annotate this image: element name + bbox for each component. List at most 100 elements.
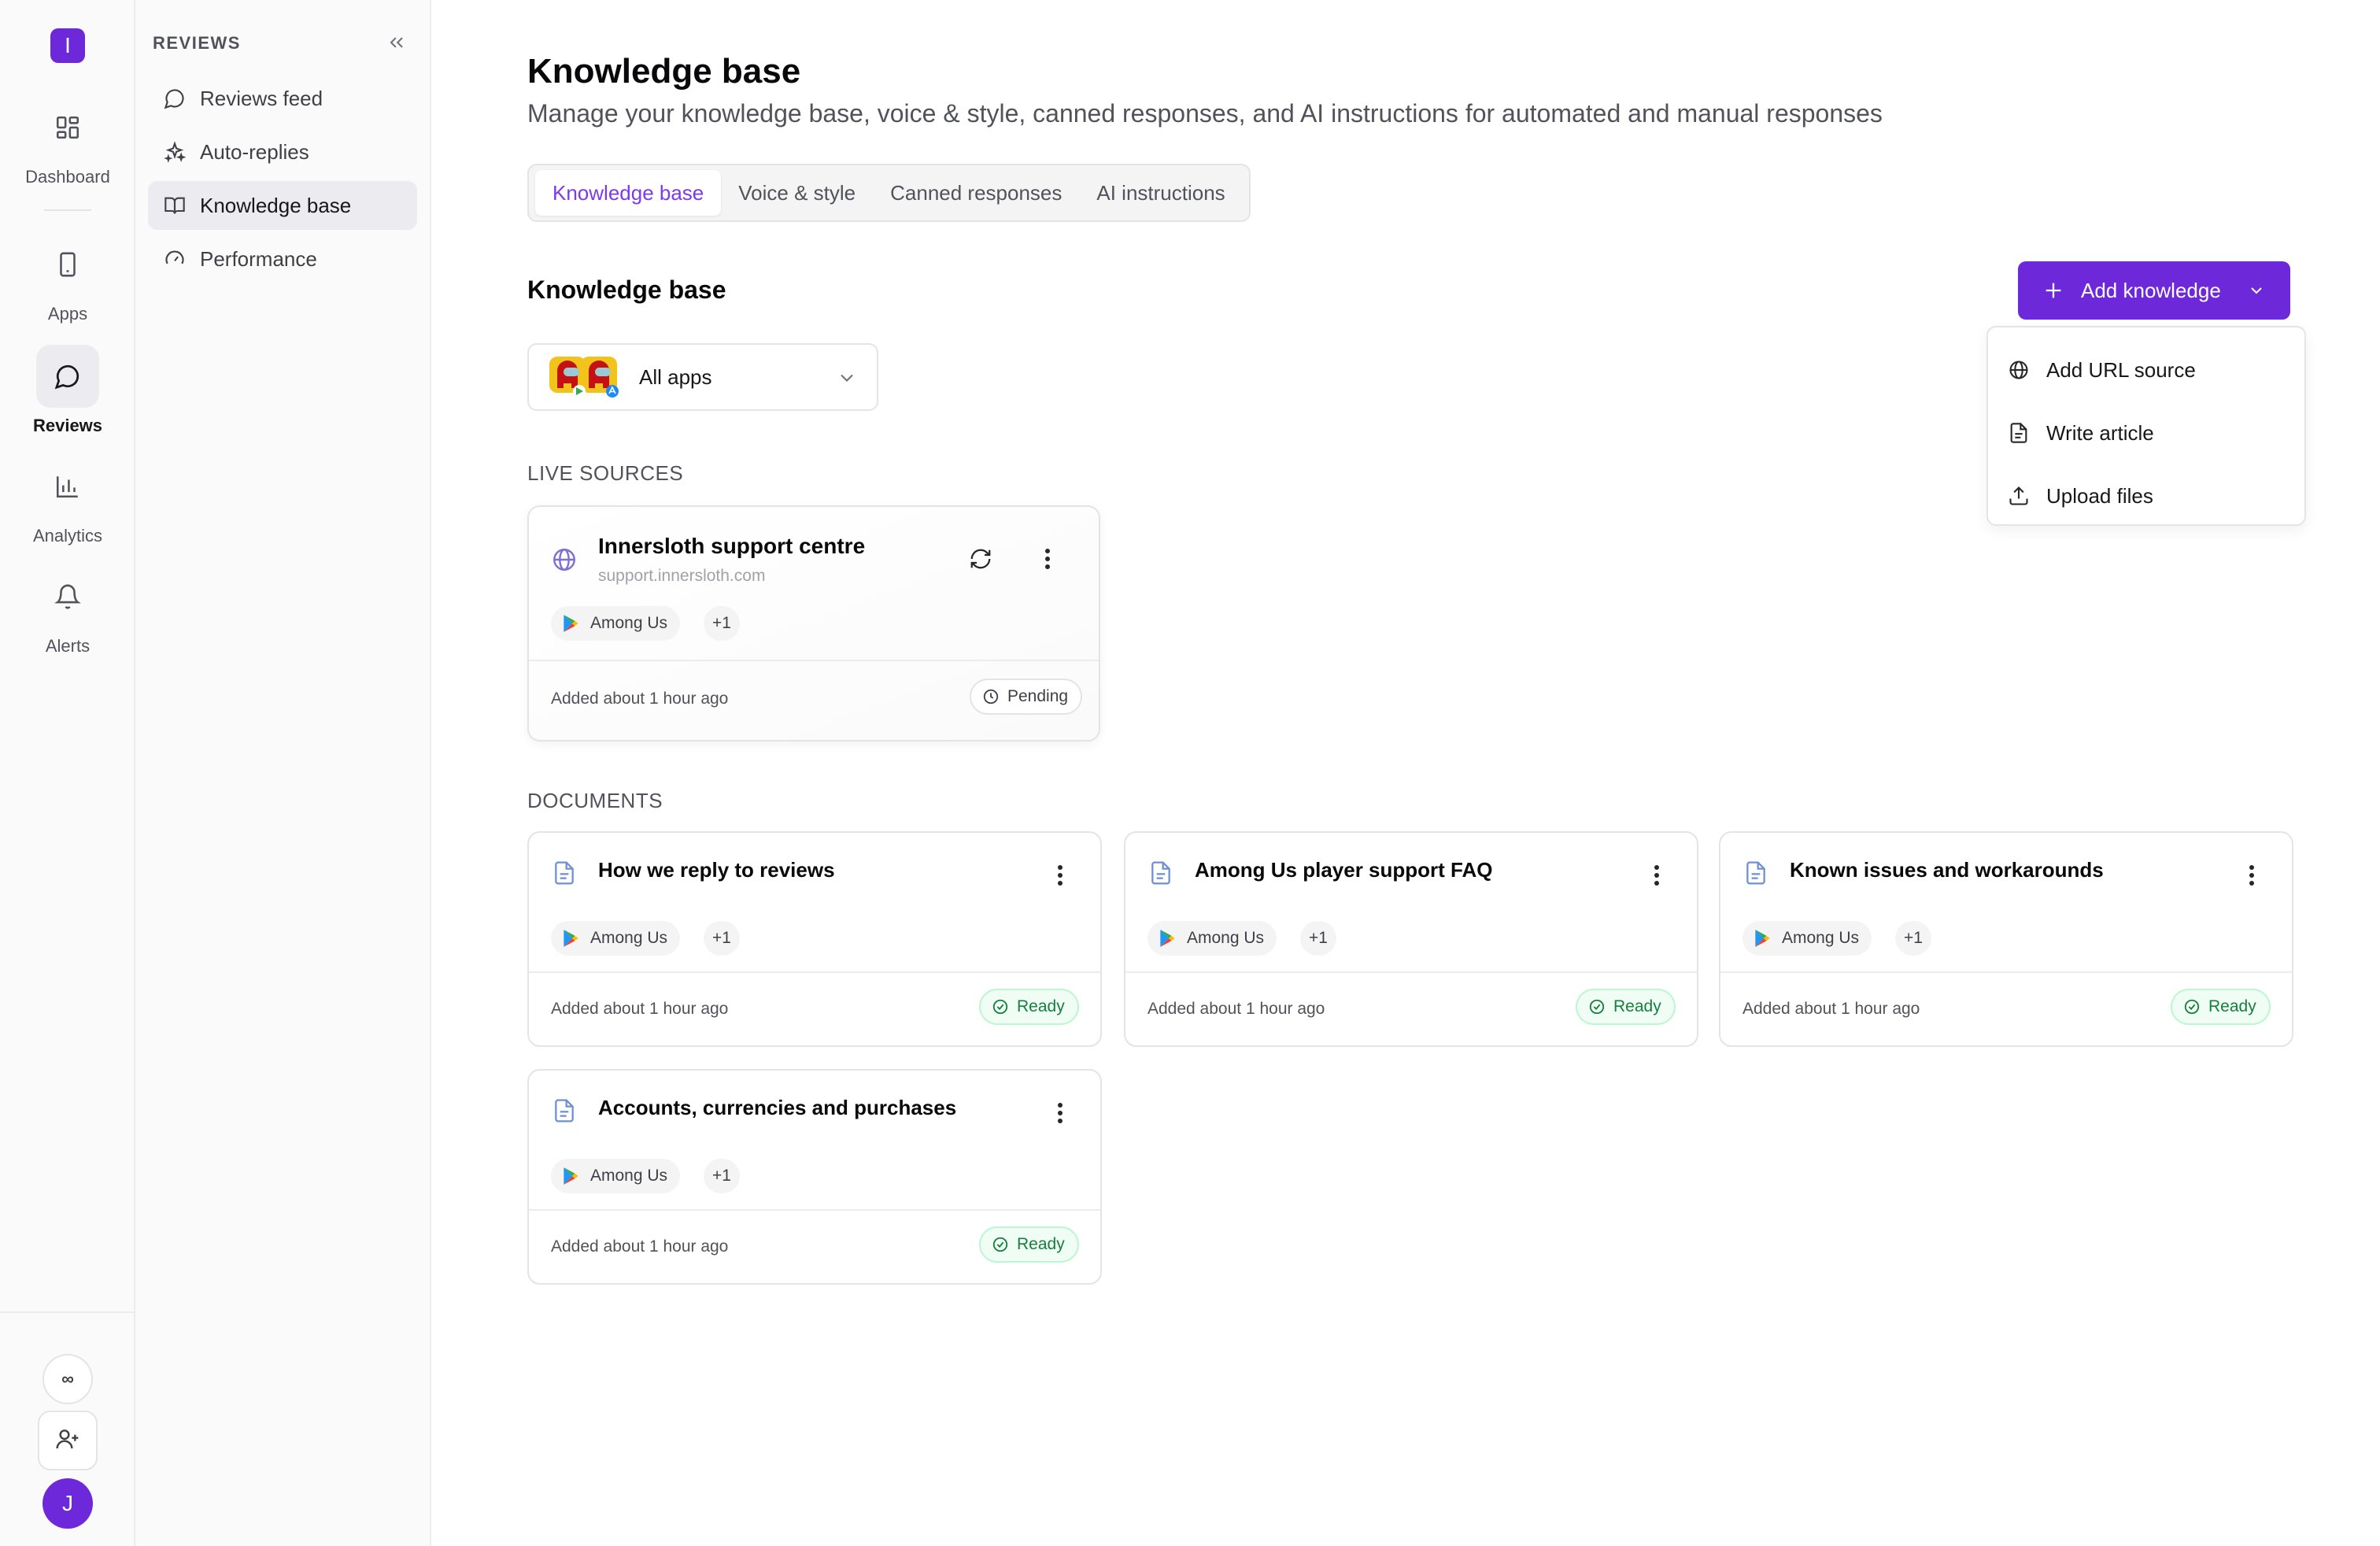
document-card[interactable]: Among Us player support FAQ Among Us +1 … [1124, 831, 1698, 1047]
add-knowledge-menu: Add URL source Write article Upload file… [1986, 326, 2306, 526]
add-knowledge-button[interactable]: Add knowledge [2018, 261, 2290, 320]
status-label: Ready [1017, 997, 1065, 1015]
live-source-card[interactable]: Innersloth support centre support.inners… [527, 505, 1100, 742]
card-divider [1125, 971, 1697, 973]
sidebar-item-reviews-feed[interactable]: Reviews feed [148, 74, 417, 123]
book-icon [162, 193, 187, 218]
google-play-icon [1160, 930, 1175, 947]
more-options-button[interactable] [1036, 543, 1059, 575]
app-chip-label: Among Us [1187, 929, 1265, 947]
chat-bubble-icon [36, 345, 99, 408]
user-plus-icon [55, 1426, 80, 1455]
app-chip: Among Us [1743, 921, 1872, 956]
tab-canned-responses[interactable]: Canned responses [873, 170, 1079, 216]
more-apps-chip: +1 [1895, 921, 1931, 956]
card-added-time: Added about 1 hour ago [1148, 1000, 1325, 1018]
phone-icon [36, 233, 99, 296]
card-divider [1720, 971, 2292, 973]
menu-item-write-article[interactable]: Write article [1988, 401, 2304, 464]
menu-item-label: Add URL source [2046, 357, 2196, 382]
invite-user-button[interactable] [38, 1411, 98, 1470]
rail-item-analytics[interactable]: Analytics [0, 455, 135, 546]
more-apps-chip: +1 [704, 921, 740, 956]
more-options-button[interactable] [1048, 1097, 1072, 1129]
more-options-button[interactable] [1048, 860, 1072, 891]
document-card[interactable]: How we reply to reviews Among Us +1 Adde… [527, 831, 1102, 1047]
app-chip-label: Among Us [1782, 929, 1860, 947]
rail-item-alerts[interactable]: Alerts [0, 565, 135, 656]
app-icons [549, 357, 626, 398]
rail-item-label: Analytics [32, 526, 103, 546]
menu-item-add-url-source[interactable]: Add URL source [1988, 338, 2304, 401]
gauge-icon [162, 246, 187, 272]
chevrons-left-icon [386, 31, 408, 57]
dashboard-icon [36, 96, 99, 159]
app-chip: Among Us [1148, 921, 1277, 956]
document-icon [2007, 421, 2031, 445]
app-filter-value: All apps [639, 364, 712, 389]
card-added-time: Added about 1 hour ago [551, 690, 729, 708]
more-options-button[interactable] [2240, 860, 2264, 891]
tab-knowledge-base[interactable]: Knowledge base [535, 170, 722, 216]
avatar[interactable]: J [42, 1478, 93, 1529]
tab-ai-instructions[interactable]: AI instructions [1079, 170, 1242, 216]
sidebar-item-label: Knowledge base [200, 193, 352, 217]
more-options-button[interactable] [1645, 860, 1669, 891]
sidebar: REVIEWS Reviews feed Auto-replies Knowle… [135, 0, 431, 1546]
card-added-time: Added about 1 hour ago [1743, 1000, 1920, 1018]
app-chip: Among Us [551, 921, 681, 956]
sidebar-item-label: Performance [200, 246, 317, 271]
sidebar-item-label: Auto-replies [200, 139, 309, 164]
google-play-icon [564, 615, 578, 632]
status-badge: Ready [979, 989, 1079, 1025]
menu-item-upload-files[interactable]: Upload files [1988, 464, 2304, 527]
document-card[interactable]: Accounts, currencies and purchases Among… [527, 1069, 1102, 1285]
card-title: Innersloth support centre [598, 534, 866, 558]
check-circle-icon [1588, 998, 1606, 1015]
sidebar-item-knowledge-base[interactable]: Knowledge base [148, 181, 417, 230]
rail-item-dashboard[interactable]: Dashboard [0, 96, 135, 187]
rail-item-reviews[interactable]: Reviews [0, 345, 135, 436]
rail-item-label: Alerts [45, 636, 91, 656]
chevron-down-icon [836, 367, 858, 393]
kebab-icon [2249, 865, 2254, 886]
document-icon [551, 860, 578, 886]
check-circle-icon [992, 1236, 1009, 1253]
app-chip-label: Among Us [590, 614, 668, 632]
kebab-icon [1058, 865, 1062, 886]
sidebar-item-performance[interactable]: Performance [148, 235, 417, 283]
google-play-icon [564, 930, 578, 947]
bar-chart-icon [36, 455, 99, 518]
app-chip: Among Us [551, 606, 681, 641]
menu-item-label: Upload files [2046, 483, 2153, 508]
more-apps-chip: +1 [1300, 921, 1336, 956]
kebab-icon [1045, 549, 1050, 569]
clock-icon [982, 688, 1000, 705]
status-label: Ready [1613, 997, 1661, 1015]
plus-icon [2042, 279, 2065, 302]
rail-divider [44, 209, 91, 211]
status-label: Ready [1017, 1235, 1065, 1253]
workspace-logo[interactable]: I [50, 28, 85, 63]
infinity-button[interactable]: ∞ [42, 1354, 93, 1404]
document-card[interactable]: Known issues and workarounds Among Us +1… [1719, 831, 2293, 1047]
sparkle-icon [162, 139, 187, 165]
collapse-sidebar-button[interactable] [382, 30, 411, 58]
card-title: Among Us player support FAQ [1195, 858, 1493, 882]
tab-voice-style[interactable]: Voice & style [721, 170, 873, 216]
rail-item-label: Reviews [32, 416, 103, 435]
card-divider [529, 1209, 1100, 1211]
status-label: Pending [1007, 687, 1069, 705]
rail-item-apps[interactable]: Apps [0, 233, 135, 324]
card-title: Known issues and workarounds [1790, 858, 2104, 882]
status-badge: Ready [1576, 989, 1676, 1025]
app-filter-select[interactable]: All apps [527, 343, 878, 411]
sidebar-item-auto-replies[interactable]: Auto-replies [148, 128, 417, 176]
chat-bubble-icon [162, 86, 187, 111]
upload-icon [2007, 484, 2031, 508]
more-apps-chip: +1 [704, 1159, 740, 1193]
section-title: Knowledge base [527, 276, 726, 304]
refresh-button[interactable] [966, 545, 995, 573]
rail-divider [0, 1311, 135, 1313]
card-divider [529, 660, 1099, 661]
